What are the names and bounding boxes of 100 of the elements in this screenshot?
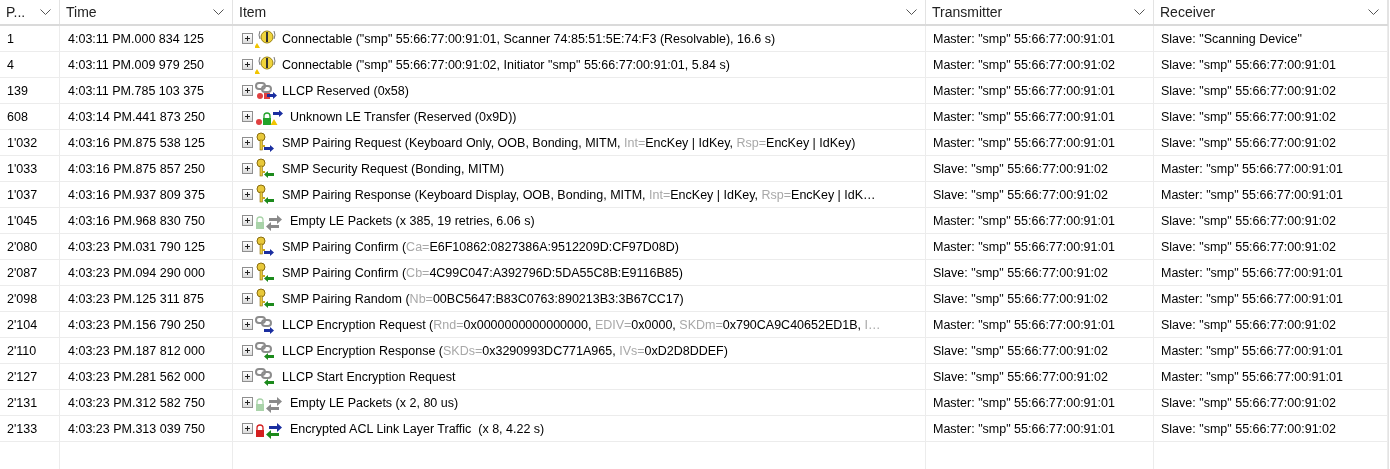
expand-icon[interactable] bbox=[242, 59, 253, 70]
table-cell: Master: "smp" 55:66:77:00:91:01 bbox=[1161, 291, 1343, 306]
expand-icon[interactable] bbox=[242, 319, 253, 330]
table-cell: Master: "smp" 55:66:77:00:91:01 bbox=[1161, 187, 1343, 202]
table-cell: Encrypted ACL Link Layer Traffic (x 8, 4.22 s) bbox=[290, 421, 545, 436]
table-cell: Slave: "smp" 55:66:77:00:91:02 bbox=[933, 161, 1108, 176]
expand-icon[interactable] bbox=[242, 215, 253, 226]
table-cell: Slave: "smp" 55:66:77:00:91:02 bbox=[1161, 135, 1336, 150]
table-cell: Master: "smp" 55:66:77:00:91:01 bbox=[933, 395, 1115, 410]
table-cell: 2'080 bbox=[7, 239, 38, 254]
table-cell: 1'032 bbox=[7, 135, 38, 150]
table-cell: 2'110 bbox=[7, 343, 37, 358]
table-cell: Master: "smp" 55:66:77:00:91:01 bbox=[1161, 161, 1343, 176]
table-cell: 139 bbox=[7, 83, 28, 98]
table-cell: SMP Pairing Request (Keyboard Only, OOB, Bonding, MITM, Int=EncKey | IdKey, Rsp=EncKey | IdKey) bbox=[282, 135, 856, 150]
expand-icon[interactable] bbox=[242, 371, 253, 382]
expand-icon[interactable] bbox=[242, 33, 253, 44]
chevron-down-icon[interactable] bbox=[213, 8, 224, 16]
column-header[interactable]: Item bbox=[233, 0, 926, 24]
column-header[interactable]: Transmitter bbox=[926, 0, 1154, 24]
chevron-down-icon[interactable] bbox=[1134, 8, 1145, 16]
expand-icon[interactable] bbox=[242, 423, 253, 434]
table-cell: 4:03:11 PM.000 834 125 bbox=[68, 31, 204, 46]
table-cell: Slave: "smp" 55:66:77:00:91:02 bbox=[1161, 239, 1336, 254]
column-header[interactable]: Receiver bbox=[1154, 0, 1388, 24]
table-cell: Slave: "smp" 55:66:77:00:91:02 bbox=[933, 265, 1108, 280]
table-cell: 4:03:11 PM.785 103 375 bbox=[68, 83, 204, 98]
table-cell: Master: "smp" 55:66:77:00:91:01 bbox=[933, 239, 1115, 254]
expand-icon[interactable] bbox=[242, 189, 253, 200]
expand-icon[interactable] bbox=[242, 267, 253, 278]
table-cell: 4:03:11 PM.009 979 250 bbox=[68, 57, 204, 72]
table-cell: Empty LE Packets (x 2, 80 us) bbox=[290, 395, 459, 410]
table-cell: SMP Pairing Confirm (Ca=E6F10862:0827386A:9512209D:CF97D08D) bbox=[282, 239, 679, 254]
table-cell: Master: "smp" 55:66:77:00:91:01 bbox=[933, 213, 1115, 228]
table-cell: Slave: "smp" 55:66:77:00:91:02 bbox=[933, 187, 1108, 202]
chevron-down-icon[interactable] bbox=[906, 8, 917, 16]
table-cell: 2'127 bbox=[7, 369, 38, 384]
chevron-down-icon[interactable] bbox=[1368, 8, 1379, 16]
table-cell: 1 bbox=[7, 31, 14, 46]
table-cell: SMP Pairing Response (Keyboard Display, OOB, Bonding, MITM, Int=EncKey | IdKey, Rsp=EncKey | IdK… bbox=[282, 187, 876, 202]
table-cell: Master: "smp" 55:66:77:00:91:01 bbox=[933, 109, 1115, 124]
table-cell: Slave: "Scanning Device" bbox=[1161, 31, 1302, 46]
table-cell: 2'104 bbox=[7, 317, 38, 332]
chevron-down-icon[interactable] bbox=[40, 8, 51, 16]
table-cell: 2'131 bbox=[7, 395, 38, 410]
table-cell: 4:03:14 PM.441 873 250 bbox=[68, 109, 205, 124]
expand-icon[interactable] bbox=[242, 293, 253, 304]
table-cell: Master: "smp" 55:66:77:00:91:01 bbox=[933, 317, 1115, 332]
table-cell: 1'033 bbox=[7, 161, 38, 176]
column-header[interactable]: Time bbox=[60, 0, 233, 24]
table-cell: Unknown LE Transfer (Reserved (0x9D)) bbox=[290, 109, 517, 124]
table-cell: Master: "smp" 55:66:77:00:91:01 bbox=[1161, 369, 1343, 384]
column-header[interactable]: P... bbox=[0, 0, 60, 24]
expand-icon[interactable] bbox=[242, 397, 253, 408]
table-cell: Slave: "smp" 55:66:77:00:91:02 bbox=[1161, 83, 1336, 98]
expand-icon[interactable] bbox=[242, 85, 253, 96]
table-cell: LLCP Encryption Request (Rnd=0x0000000000000000, EDIV=0x0000, SKDm=0x790CA9C40652ED1B, I… bbox=[282, 317, 881, 332]
table-cell: Master: "smp" 55:66:77:00:91:02 bbox=[933, 57, 1115, 72]
table-cell: Master: "smp" 55:66:77:00:91:01 bbox=[1161, 265, 1343, 280]
table-cell: 608 bbox=[7, 109, 28, 124]
table-cell: 4:03:23 PM.094 290 000 bbox=[68, 265, 205, 280]
table-cell: Slave: "smp" 55:66:77:00:91:02 bbox=[1161, 213, 1336, 228]
table-cell: 4:03:16 PM.875 538 125 bbox=[68, 135, 205, 150]
table-cell: Slave: "smp" 55:66:77:00:91:02 bbox=[933, 343, 1108, 358]
table-cell: 4:03:23 PM.281 562 000 bbox=[68, 369, 205, 384]
table-cell: Master: "smp" 55:66:77:00:91:01 bbox=[1161, 343, 1343, 358]
table-cell: 2'087 bbox=[7, 265, 38, 280]
expand-icon[interactable] bbox=[242, 241, 253, 252]
table-cell: 4 bbox=[7, 57, 14, 72]
table-cell: LLCP Start Encryption Request bbox=[282, 369, 456, 384]
table-cell: SMP Pairing Random (Nb=00BC5647:B83C0763:890213B3:3B67CC17) bbox=[282, 291, 684, 306]
table-cell: 4:03:23 PM.125 311 875 bbox=[68, 291, 204, 306]
table-cell: Connectable ("smp" 55:66:77:00:91:01, Scanner 74:85:51:5E:74:F3 (Resolvable), 16.6 s) bbox=[282, 31, 776, 46]
table-cell: Slave: "smp" 55:66:77:00:91:02 bbox=[1161, 109, 1336, 124]
table-cell: 4:03:16 PM.968 830 750 bbox=[68, 213, 205, 228]
table-cell: 4:03:23 PM.187 812 000 bbox=[68, 343, 205, 358]
table-cell: SMP Pairing Confirm (Cb=4C99C047:A392796D:5DA55C8B:E9116B85) bbox=[282, 265, 683, 280]
expand-icon[interactable] bbox=[242, 163, 253, 174]
table-cell: 4:03:23 PM.312 582 750 bbox=[68, 395, 205, 410]
table-cell: Slave: "smp" 55:66:77:00:91:02 bbox=[933, 291, 1108, 306]
table-cell: LLCP Reserved (0x58) bbox=[282, 83, 409, 98]
table-cell: Slave: "smp" 55:66:77:00:91:01 bbox=[1161, 57, 1336, 72]
expand-icon[interactable] bbox=[242, 345, 253, 356]
table-cell: Master: "smp" 55:66:77:00:91:01 bbox=[933, 83, 1115, 98]
expand-icon[interactable] bbox=[242, 137, 253, 148]
table-cell: 4:03:23 PM.156 790 250 bbox=[68, 317, 205, 332]
table-cell: 4:03:16 PM.875 857 250 bbox=[68, 161, 205, 176]
table-cell: SMP Security Request (Bonding, MITM) bbox=[282, 161, 505, 176]
table-cell: 1'037 bbox=[7, 187, 38, 202]
table-cell: Slave: "smp" 55:66:77:00:91:02 bbox=[1161, 395, 1336, 410]
table-cell: Slave: "smp" 55:66:77:00:91:02 bbox=[933, 369, 1108, 384]
table-cell: 2'133 bbox=[7, 421, 38, 436]
table-cell: Slave: "smp" 55:66:77:00:91:02 bbox=[1161, 317, 1336, 332]
expand-icon[interactable] bbox=[242, 111, 253, 122]
table-cell: Master: "smp" 55:66:77:00:91:01 bbox=[933, 135, 1115, 150]
table-cell: Empty LE Packets (x 385, 19 retries, 6.06 s) bbox=[290, 213, 535, 228]
table-cell: 4:03:23 PM.313 039 750 bbox=[68, 421, 205, 436]
table-cell: 1'045 bbox=[7, 213, 38, 228]
table-cell: 4:03:16 PM.937 809 375 bbox=[68, 187, 205, 202]
table-cell: 4:03:23 PM.031 790 125 bbox=[68, 239, 205, 254]
